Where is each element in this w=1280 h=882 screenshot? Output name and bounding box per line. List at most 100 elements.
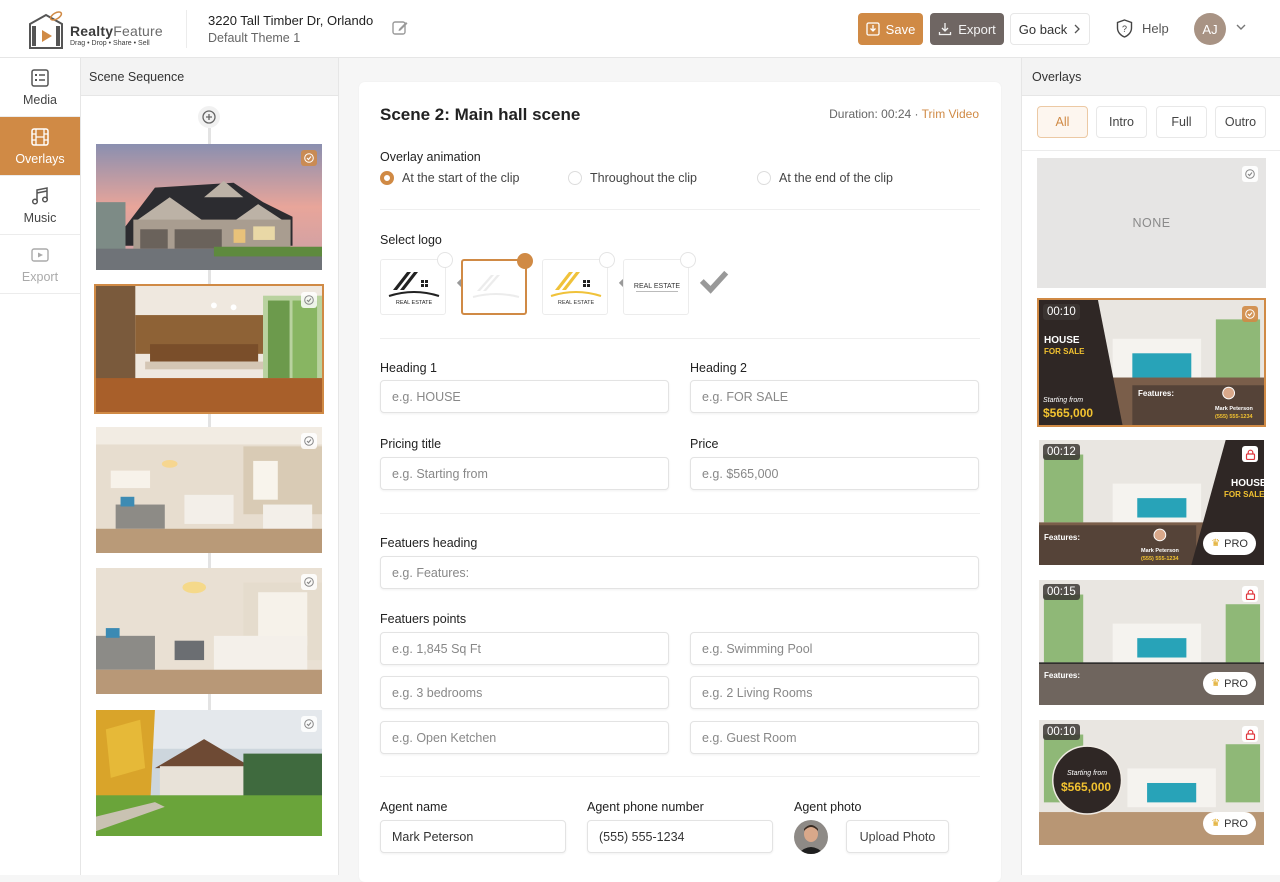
logo-option-faded[interactable] [461,253,566,315]
agent-photo-label: Agent photo [794,800,862,814]
svg-text:REAL ESTATE: REAL ESTATE [634,283,680,290]
feature-point-input-6[interactable] [690,721,979,754]
scene-checkbox[interactable] [301,716,317,732]
overlay-filters: All Intro Full Outro [1022,96,1280,151]
agent-photo-avatar [794,820,828,854]
project-title: 3220 Tall Timber Dr, Orlando [208,13,374,28]
overlay-template-2[interactable]: 00:12 HOUSE FOR SALE Features: Mark Pete… [1037,438,1266,567]
heading1-input[interactable] [380,380,669,413]
lock-badge [1242,726,1258,742]
scene-card-1[interactable] [94,142,324,272]
check-icon [304,436,314,446]
user-avatar[interactable]: AJ [1194,13,1226,45]
feature-point-input-2[interactable] [690,632,979,665]
scene-checkbox[interactable] [301,150,317,166]
overlay-checkbox[interactable] [1242,166,1258,182]
nav-label: Overlays [15,151,65,166]
nav-item-media[interactable]: Media [0,58,80,117]
nav-label: Media [22,92,58,107]
scene-thumbnail [96,710,322,836]
overlay-template-3[interactable]: 00:15 Features: ♛ PRO [1037,578,1266,707]
heading2-input[interactable] [690,380,979,413]
scene-card-2[interactable] [94,284,324,414]
lock-icon [1245,449,1255,460]
pro-label: PRO [1224,537,1248,550]
nav-item-export[interactable]: Export [0,235,80,294]
overlay-template-4[interactable]: 00:10 Starting from $565,000 ♛ PRO [1037,718,1266,847]
radio-end-of-clip[interactable]: At the end of the clip [757,171,893,185]
nav-item-music[interactable]: Music [0,176,80,235]
filter-all[interactable]: All [1037,106,1088,138]
pro-badge[interactable]: ♛ PRO [1203,532,1256,555]
feature-point-input-4[interactable] [690,676,979,709]
features-heading-input[interactable] [380,556,979,589]
scene-checkbox[interactable] [301,574,317,590]
duration-badge: 00:10 [1043,724,1080,740]
check-icon [304,295,314,305]
pro-badge[interactable]: ♛ PRO [1203,672,1256,695]
agent-name-input[interactable] [380,820,566,853]
overlay-template-1[interactable]: 00:10 HOUSE FOR SALE Starting from $565,… [1037,298,1266,427]
go-back-label: Go back [1018,21,1068,37]
trim-video-link[interactable]: Trim Video [922,107,979,121]
overlay-checkbox[interactable] [1242,306,1258,322]
overlay-heading2: FOR SALE [1044,347,1085,356]
overlay-animation-label: Overlay animation [380,150,481,164]
scene-card-5[interactable] [94,708,324,838]
scene-card-4[interactable] [94,566,324,696]
agent-portrait [794,820,828,854]
none-label: NONE [1132,216,1171,230]
price-input[interactable] [690,457,979,490]
radio-start-of-clip[interactable]: At the start of the clip [380,171,519,185]
agent-phone-input[interactable] [587,820,773,853]
scene-checkbox[interactable] [301,292,317,308]
scene-thumbnail [96,568,322,694]
scene-thumbnail [96,286,322,412]
upload-photo-button[interactable]: Upload Photo [846,820,949,853]
go-back-button[interactable]: Go back [1010,13,1090,45]
overlays-title: Overlays [1022,58,1280,96]
overlay-pricing-title: Starting from [1067,770,1108,777]
logo-option-text[interactable]: REAL ESTATE [623,252,729,315]
nav-label: Export [21,269,59,284]
scene-checkbox[interactable] [301,433,317,449]
feature-point-input-1[interactable] [380,632,669,665]
scene-form: Scene 2: Main hall scene Duration: 00:24… [359,82,1001,882]
svg-text:REAL ESTATE: REAL ESTATE [558,300,595,306]
crown-icon: ♛ [1211,678,1221,689]
pro-badge[interactable]: ♛ PRO [1203,812,1256,835]
save-icon [866,22,880,36]
logo-film-house-icon [29,11,63,49]
overlay-heading2: FOR SALE [1224,490,1265,499]
logo-check-selected [517,253,566,296]
overlay-none[interactable]: NONE [1037,158,1266,288]
save-button[interactable]: Save [858,13,923,45]
logo-option-black[interactable]: REAL ESTATE [380,252,486,315]
feature-point-input-3[interactable] [380,676,669,709]
agent-name-label: Agent name [380,800,448,814]
check-icon [304,719,314,729]
export-button[interactable]: Export [930,13,1004,45]
duration-badge: 00:12 [1043,444,1080,460]
music-icon [31,186,49,205]
app-logo[interactable]: RealtyFeature Drag • Drop • Share • Sell [26,8,176,52]
filter-intro[interactable]: Intro [1096,106,1147,138]
pricing-title-input[interactable] [380,457,669,490]
filter-outro[interactable]: Outro [1215,106,1266,138]
project-theme: Default Theme 1 [208,31,301,45]
chevron-down-icon[interactable] [1235,21,1247,33]
add-scene-button[interactable] [198,106,220,128]
scene-card-3[interactable] [94,425,324,555]
top-bar: RealtyFeature Drag • Drop • Share • Sell… [0,0,1280,58]
filter-full[interactable]: Full [1156,106,1207,138]
help-button[interactable]: ? Help [1116,19,1169,38]
feature-point-input-5[interactable] [380,721,669,754]
nav-item-overlays[interactable]: Overlays [0,117,80,176]
edit-icon[interactable] [391,19,409,37]
radio-throughout-clip[interactable]: Throughout the clip [568,171,697,185]
nav-label: Music [23,210,57,225]
scene-title: Scene 2: Main hall scene [380,105,581,124]
overlay-heading1: HOUSE [1044,335,1080,346]
price-label: Price [690,437,719,451]
logo-option-gold[interactable]: REAL ESTATE [542,252,648,315]
